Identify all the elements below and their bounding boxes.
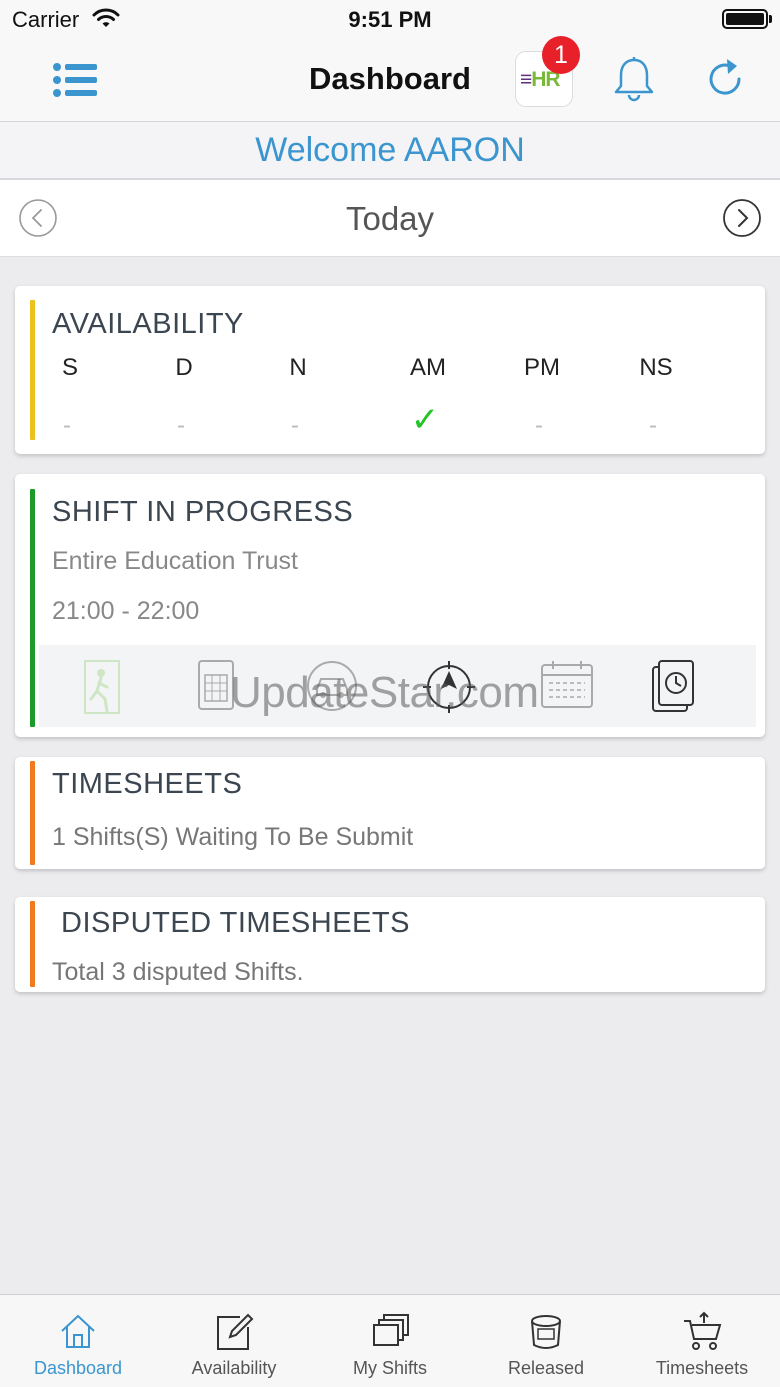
- disputed-accent-bar: [30, 901, 35, 987]
- cart-icon: [682, 1311, 722, 1356]
- shift-time-range: 21:00 - 22:00: [52, 597, 200, 625]
- notification-badge: 1: [542, 36, 580, 74]
- shift-organisation: Entire Education Trust: [52, 547, 298, 575]
- tab-label: My Shifts: [352, 1358, 427, 1378]
- availability-title: AVAILABILITY: [52, 308, 244, 340]
- tab-dashboard[interactable]: Dashboard: [0, 1295, 156, 1387]
- bell-icon[interactable]: [612, 56, 656, 107]
- calendar-icon[interactable]: [539, 659, 595, 716]
- shift-title: SHIFT IN PROGRESS: [52, 496, 354, 528]
- availability-col-value[interactable]: -: [37, 412, 97, 440]
- nav-bar: Dashboard ≡HR 1: [0, 36, 780, 122]
- timesheets-message: 1 Shifts(S) Waiting To Be Submit: [52, 823, 414, 851]
- watermark: UpdateStar.com: [230, 668, 539, 717]
- refresh-icon[interactable]: [703, 57, 747, 106]
- menu-list-icon[interactable]: [52, 62, 98, 103]
- tab-label: Timesheets: [655, 1358, 749, 1378]
- status-bar: Carrier 9:51 PM: [0, 0, 780, 40]
- tab-released[interactable]: Released: [468, 1295, 624, 1387]
- tab-my-shifts[interactable]: My Shifts: [312, 1295, 468, 1387]
- availability-col-value[interactable]: -: [623, 412, 683, 440]
- tab-bar: Dashboard Availability My Shifts Release…: [0, 1294, 780, 1387]
- availability-col-label: D: [175, 354, 193, 381]
- availability-col-value[interactable]: -: [265, 412, 325, 440]
- availability-accent-bar: [30, 300, 35, 440]
- page-title: Dashboard: [309, 61, 471, 96]
- availability-col-label: S: [61, 354, 78, 381]
- disputed-title: DISPUTED TIMESHEETS: [61, 907, 410, 939]
- availability-check-mark[interactable]: ✓: [395, 400, 455, 440]
- shift-accent-bar: [30, 489, 35, 727]
- ehr-logo-e: ≡: [520, 68, 532, 91]
- timesheets-title: TIMESHEETS: [52, 768, 243, 800]
- availability-col-label: N: [289, 354, 307, 381]
- disputed-timesheets-card[interactable]: DISPUTED TIMESHEETS Total 3 disputed Shi…: [15, 897, 765, 992]
- clock-label: 9:51 PM: [348, 7, 432, 32]
- edit-icon: [214, 1311, 254, 1356]
- sign-in-icon[interactable]: [75, 659, 131, 722]
- date-navigator: Today: [0, 180, 780, 257]
- chevron-right-icon[interactable]: [722, 198, 762, 243]
- chevron-left-icon[interactable]: [18, 198, 58, 243]
- tab-label: Availability: [191, 1358, 277, 1378]
- availability-col-value[interactable]: -: [151, 412, 211, 440]
- availability-col-label: NS: [639, 354, 673, 381]
- disputed-message: Total 3 disputed Shifts.: [52, 958, 304, 986]
- availability-col-label: AM: [410, 354, 446, 381]
- timesheet-clock-icon[interactable]: [651, 659, 697, 720]
- battery-icon: [722, 9, 768, 29]
- date-label: Today: [345, 200, 435, 237]
- tab-availability[interactable]: Availability: [156, 1295, 312, 1387]
- battery-cap: [769, 15, 772, 23]
- tab-label: Dashboard: [33, 1358, 123, 1378]
- tab-label: Released: [507, 1358, 585, 1378]
- availability-card[interactable]: AVAILABILITY S - D - N - AM ✓ PM - NS -: [15, 286, 765, 454]
- availability-col-label: PM: [524, 354, 560, 381]
- timesheets-accent-bar: [30, 761, 35, 865]
- timesheets-card[interactable]: TIMESHEETS 1 Shifts(S) Waiting To Be Sub…: [15, 757, 765, 869]
- welcome-banner: Welcome AARON: [0, 122, 780, 180]
- home-icon: [58, 1311, 98, 1356]
- bucket-icon: [526, 1311, 566, 1356]
- availability-col-value[interactable]: -: [509, 412, 569, 440]
- stack-icon: [370, 1311, 410, 1356]
- tab-timesheets[interactable]: Timesheets: [624, 1295, 780, 1387]
